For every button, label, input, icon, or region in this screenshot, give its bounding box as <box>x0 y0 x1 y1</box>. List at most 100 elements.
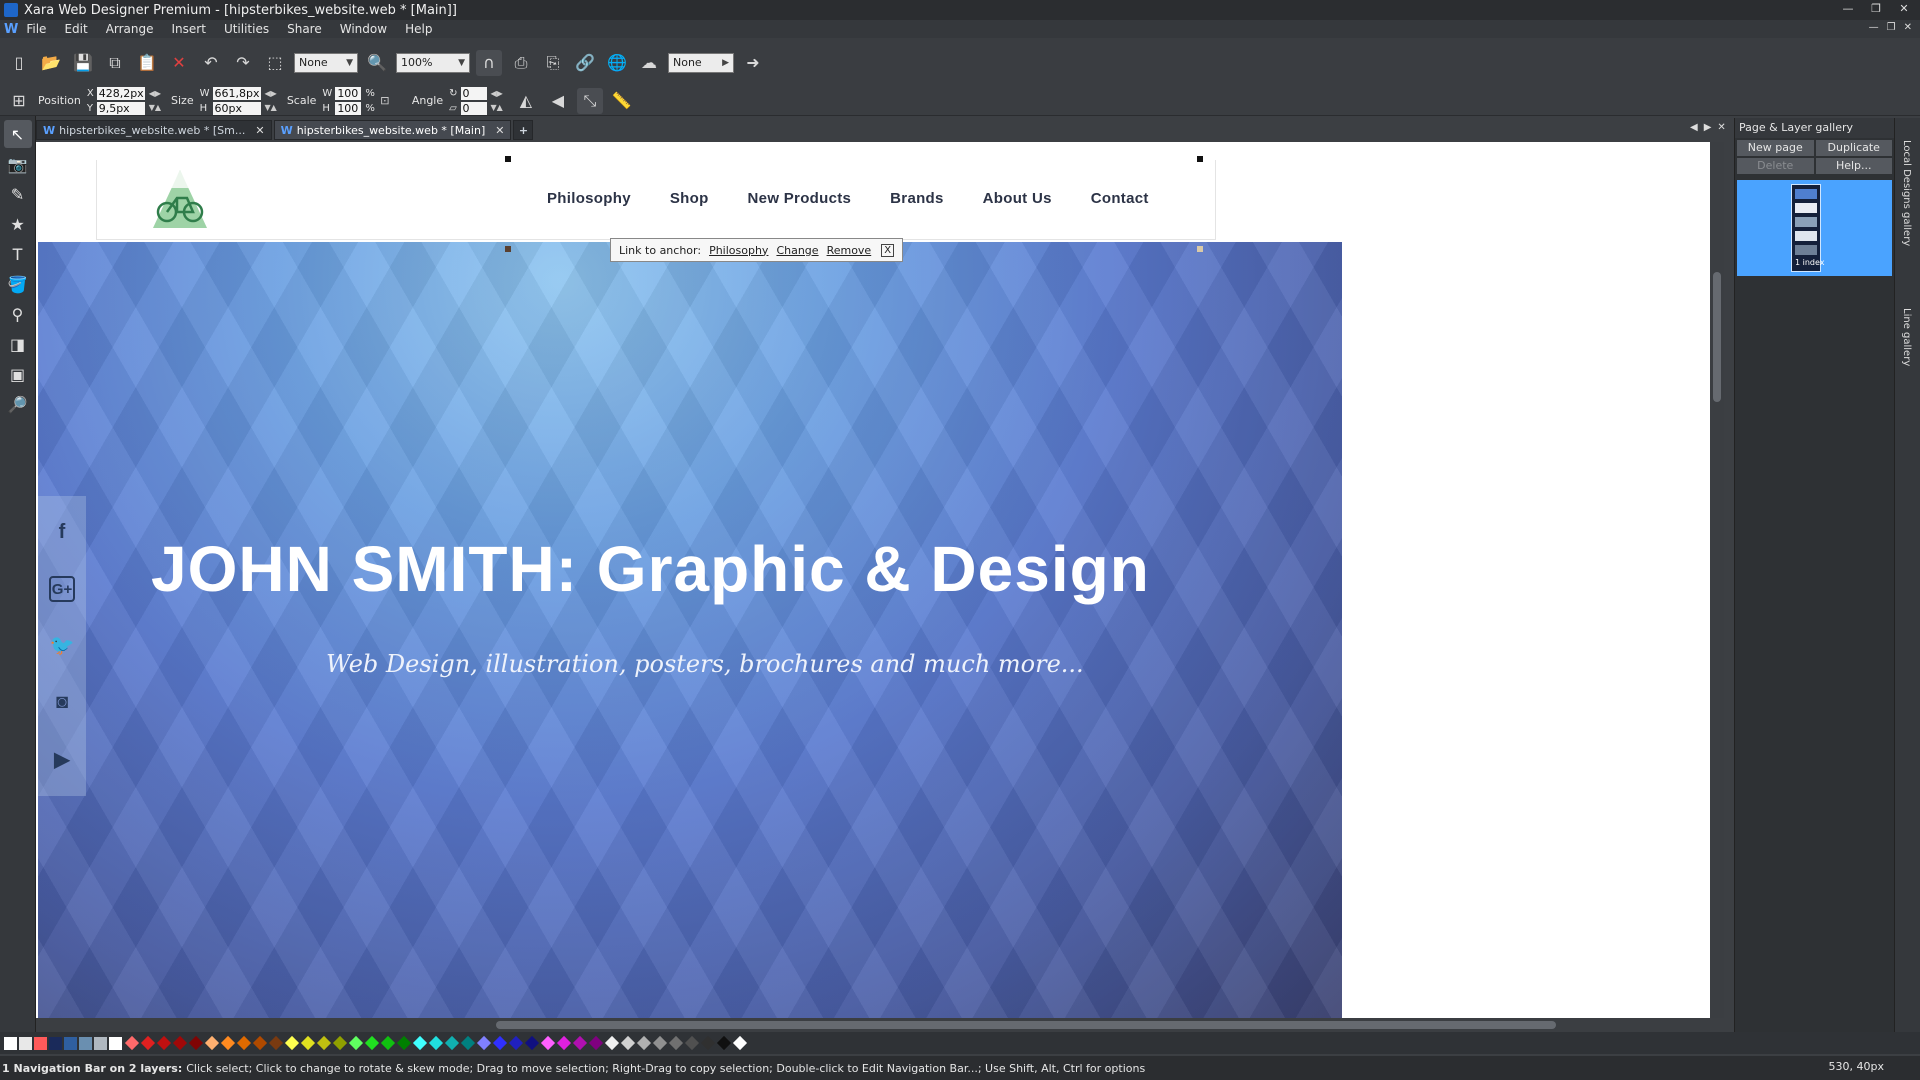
publish-icon[interactable]: ☁ <box>636 50 662 76</box>
fill-tool-icon[interactable]: 🪣 <box>4 270 32 298</box>
color-swatch[interactable] <box>668 1035 684 1051</box>
minimize-icon[interactable]: — <box>1838 2 1858 16</box>
anchor-close-icon[interactable]: X <box>881 243 895 257</box>
hero-section[interactable] <box>38 242 1342 1018</box>
color-swatch[interactable] <box>412 1035 428 1051</box>
google-plus-icon[interactable]: G+ <box>49 576 75 603</box>
facebook-icon[interactable]: f <box>49 519 75 545</box>
measure-icon[interactable]: 📏 <box>609 88 635 114</box>
height-field[interactable]: 60px <box>212 101 261 115</box>
quality-combo[interactable]: None ▼ <box>294 52 358 73</box>
color-swatch[interactable] <box>284 1035 300 1051</box>
color-swatch[interactable] <box>64 1036 77 1050</box>
color-swatch[interactable] <box>172 1035 188 1051</box>
color-swatch[interactable] <box>476 1035 492 1051</box>
website-navbar[interactable]: Philosophy Shop New Products Brands Abou… <box>96 160 1216 240</box>
color-swatch[interactable] <box>348 1035 364 1051</box>
preview-site-icon[interactable]: ⎘ <box>540 50 566 76</box>
selection-handle[interactable] <box>505 156 511 162</box>
new-page-button[interactable]: New page <box>1737 140 1814 156</box>
skew-field[interactable]: 0 <box>460 101 487 115</box>
color-swatch[interactable] <box>620 1035 636 1051</box>
close-icon[interactable]: ✕ <box>1894 2 1914 16</box>
page-thumbnail-item[interactable]: 1 index <box>1737 180 1892 276</box>
animation-combo[interactable]: None ▶ <box>668 52 734 73</box>
color-swatch[interactable] <box>444 1035 460 1051</box>
local-designs-gallery-tab[interactable]: Local Designs gallery <box>1901 140 1912 246</box>
color-swatch[interactable] <box>364 1035 380 1051</box>
color-swatch[interactable] <box>332 1035 348 1051</box>
color-swatch[interactable] <box>732 1035 748 1051</box>
menu-window[interactable]: Window <box>340 22 387 36</box>
hero-title[interactable]: JOHN SMITH: Graphic & Design <box>151 532 1151 606</box>
nav-shop[interactable]: Shop <box>670 190 709 207</box>
color-swatch[interactable] <box>572 1035 588 1051</box>
youtube-icon[interactable]: ▶ <box>49 747 75 773</box>
color-swatch[interactable] <box>556 1035 572 1051</box>
menu-utilities[interactable]: Utilities <box>224 22 269 36</box>
transform-icon[interactable]: ⬚ <box>262 50 288 76</box>
new-document-icon[interactable]: ▯ <box>6 50 32 76</box>
color-swatch[interactable] <box>156 1035 172 1051</box>
anchor-target-link[interactable]: Philosophy <box>709 244 768 257</box>
color-swatch[interactable] <box>94 1036 107 1050</box>
forward-arrow-icon[interactable]: ➜ <box>740 50 766 76</box>
selection-handle[interactable] <box>1197 156 1203 162</box>
nav-philosophy[interactable]: Philosophy <box>547 190 631 207</box>
menu-insert[interactable]: Insert <box>172 22 206 36</box>
transparency-tool-icon[interactable]: ⚲ <box>4 300 32 328</box>
flip-horizontal-icon[interactable]: ◭ <box>513 88 539 114</box>
nav-new-products[interactable]: New Products <box>748 190 852 207</box>
tab-close-icon[interactable]: ✕ <box>1717 122 1725 133</box>
color-swatch[interactable] <box>588 1035 604 1051</box>
undo-icon[interactable]: ↶ <box>198 50 224 76</box>
color-swatch[interactable] <box>124 1035 140 1051</box>
delete-button[interactable]: Delete <box>1737 158 1814 174</box>
tab-left-icon[interactable]: ◀ <box>1690 122 1698 133</box>
color-swatch[interactable] <box>109 1036 122 1050</box>
paste-icon[interactable]: 📋 <box>134 50 160 76</box>
selector-tool-icon[interactable]: ↖ <box>3 120 32 148</box>
color-swatch[interactable] <box>460 1035 476 1051</box>
color-swatch[interactable] <box>220 1035 236 1051</box>
text-tool-icon[interactable]: T <box>4 240 32 268</box>
color-swatch[interactable] <box>508 1035 524 1051</box>
photo-tool-icon[interactable]: 📷 <box>4 150 32 178</box>
shape-tool-icon[interactable]: ★ <box>4 210 32 238</box>
scroll-thumb[interactable] <box>496 1021 1556 1029</box>
hero-subtitle[interactable]: Web Design, illustration, posters, broch… <box>326 650 1084 678</box>
open-folder-icon[interactable]: 📂 <box>38 50 64 76</box>
color-swatch[interactable] <box>252 1035 268 1051</box>
color-swatch[interactable] <box>700 1035 716 1051</box>
width-field[interactable]: 661,8px <box>212 86 261 100</box>
menu-file[interactable]: File <box>26 22 46 36</box>
line-gallery-tab[interactable]: Line gallery <box>1901 308 1912 366</box>
menu-arrange[interactable]: Arrange <box>106 22 154 36</box>
color-swatch[interactable] <box>428 1035 444 1051</box>
zoom-icon[interactable]: 🔍 <box>364 50 390 76</box>
close-icon[interactable]: ✕ <box>495 124 504 137</box>
extrude-tool-icon[interactable]: ▣ <box>4 360 32 388</box>
color-swatch[interactable] <box>316 1035 332 1051</box>
angle-spinner[interactable]: ◀▶ ▼▲ <box>491 87 503 115</box>
horizontal-scrollbar[interactable] <box>36 1018 1710 1032</box>
color-swatch[interactable] <box>636 1035 652 1051</box>
twitter-icon[interactable]: 🐦 <box>49 633 75 659</box>
menu-edit[interactable]: Edit <box>64 22 87 36</box>
nav-about-us[interactable]: About Us <box>983 190 1052 207</box>
save-icon[interactable]: 💾 <box>70 50 96 76</box>
lock-aspect-icon[interactable]: ⊡ <box>378 88 392 114</box>
color-swatch[interactable] <box>204 1035 220 1051</box>
doc-close-icon[interactable]: ✕ <box>1904 22 1912 33</box>
scale-height-field[interactable]: 100 <box>335 101 362 115</box>
vertical-scrollbar[interactable] <box>1710 142 1724 1018</box>
angle-field[interactable]: 0 <box>460 86 487 100</box>
help-button[interactable]: Help... <box>1815 158 1892 174</box>
shadow-tool-icon[interactable]: ◨ <box>4 330 32 358</box>
color-swatch[interactable] <box>19 1036 32 1050</box>
color-swatch[interactable] <box>524 1035 540 1051</box>
color-swatch[interactable] <box>492 1035 508 1051</box>
redo-icon[interactable]: ↷ <box>230 50 256 76</box>
color-swatch[interactable] <box>79 1036 92 1050</box>
size-spinner[interactable]: ◀▶ ▼▲ <box>265 87 277 115</box>
